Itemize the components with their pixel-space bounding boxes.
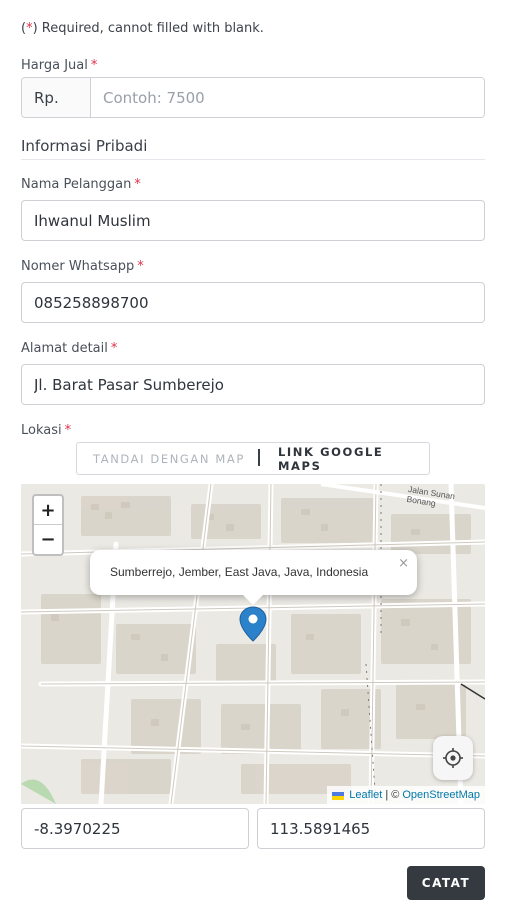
location-label: Lokasi *	[21, 423, 72, 438]
location-marker-icon[interactable]	[239, 606, 267, 646]
zoom-control: + −	[32, 494, 64, 556]
whatsapp-label: Nomer Whatsapp *	[21, 259, 144, 274]
zoom-in-button[interactable]: +	[34, 496, 62, 525]
location-mode-toggle: Tandai dengan map Link Google Maps	[76, 442, 430, 475]
address-input[interactable]	[21, 364, 485, 405]
latitude-input[interactable]	[21, 808, 249, 849]
location-popup: Sumberrejo, Jember, East Java, Java, Ind…	[90, 550, 417, 605]
customer-name-label: Nama Pelanggan *	[21, 177, 141, 192]
leaflet-link[interactable]: Leaflet	[349, 789, 382, 801]
popup-address: Sumberrejo, Jember, East Java, Java, Ind…	[110, 565, 369, 579]
toggle-google-maps-link[interactable]: Link Google Maps	[278, 445, 429, 473]
section-title: Informasi Pribadi	[21, 137, 148, 155]
price-input-group: Rp.	[21, 77, 485, 118]
whatsapp-input[interactable]	[21, 282, 485, 323]
currency-prefix: Rp.	[22, 78, 91, 117]
toggle-mark-on-map[interactable]: Tandai dengan map	[93, 452, 245, 466]
section-divider	[21, 159, 485, 160]
openstreetmap-link[interactable]: OpenStreetMap	[402, 789, 480, 801]
location-map[interactable]: Jalan Sunan Bonang + − Sumberrejo, Jembe…	[21, 484, 485, 804]
popup-tip	[242, 594, 264, 605]
address-label: Alamat detail *	[21, 341, 118, 356]
submit-button[interactable]: CATAT	[407, 866, 485, 900]
map-attribution: Leaflet | © OpenStreetMap	[327, 786, 485, 804]
toggle-separator	[258, 449, 260, 466]
customer-name-input[interactable]	[21, 200, 485, 241]
zoom-out-button[interactable]: −	[34, 525, 62, 554]
price-label: Harga Jual *	[21, 58, 98, 73]
required-note: (*) Required, cannot filled with blank.	[21, 21, 264, 36]
price-input[interactable]	[91, 78, 484, 117]
locate-me-button[interactable]	[433, 736, 473, 780]
crosshair-icon	[443, 748, 463, 768]
ukraine-flag-icon	[332, 791, 345, 800]
longitude-input[interactable]	[257, 808, 485, 849]
attribution-separator: | ©	[385, 789, 400, 801]
popup-close-icon[interactable]: ×	[398, 556, 409, 571]
